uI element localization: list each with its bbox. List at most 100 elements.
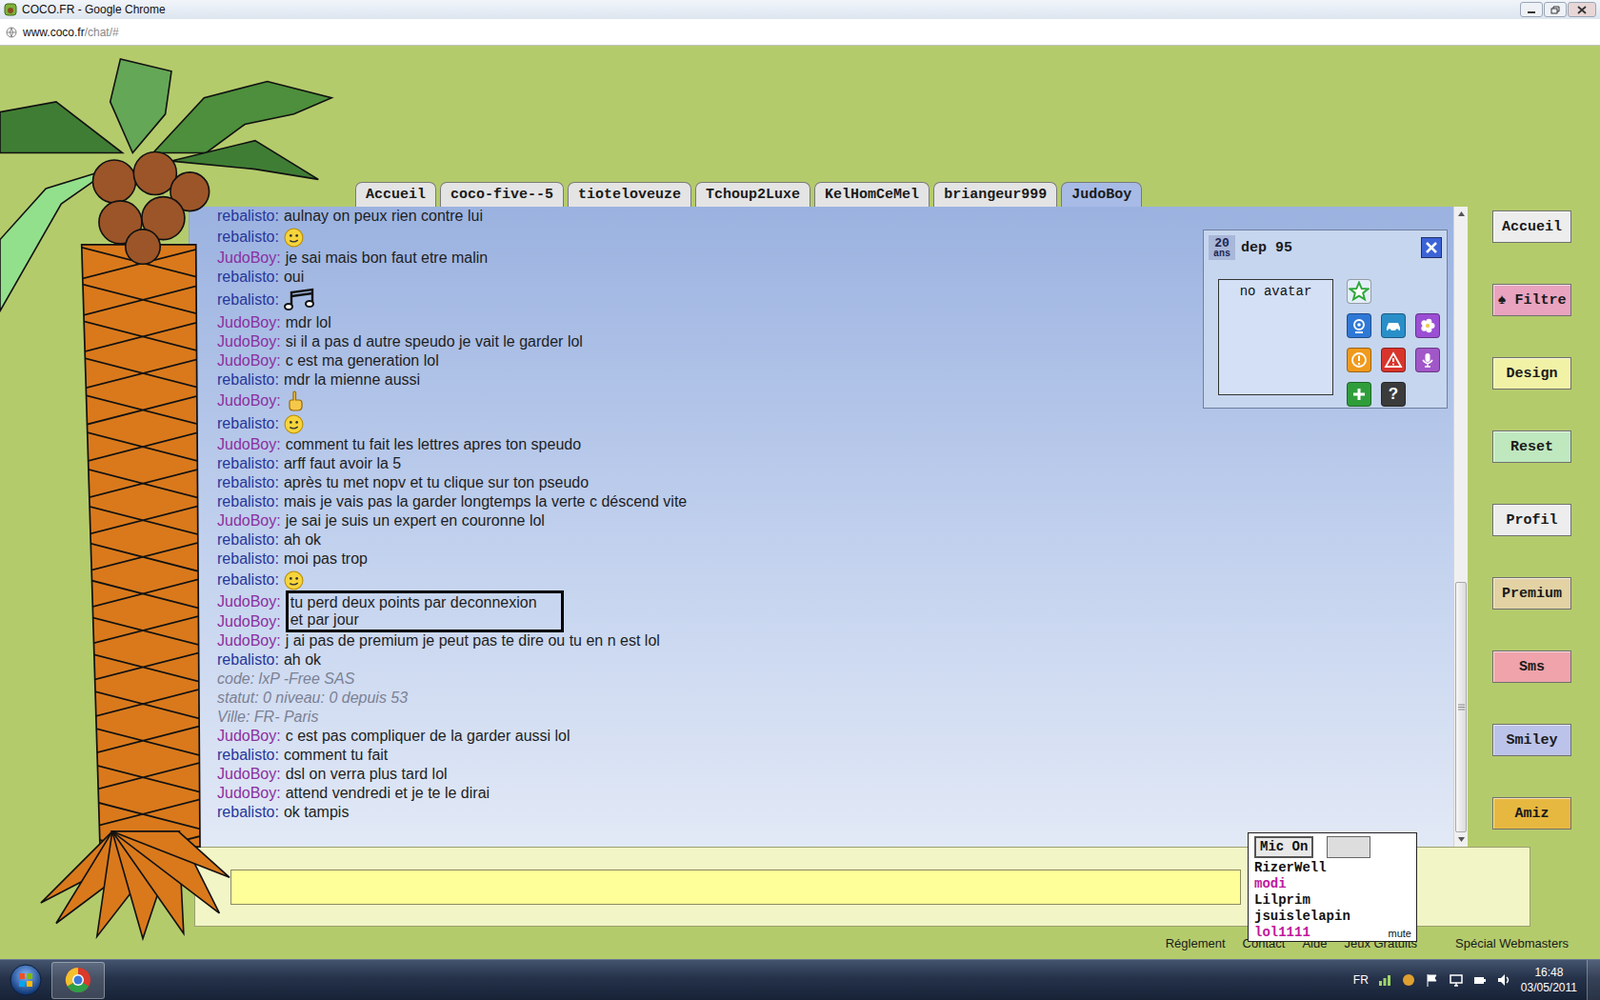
message-author[interactable]: rebalisto:	[217, 227, 280, 247]
message-author[interactable]: rebalisto:	[217, 492, 280, 512]
message-input[interactable]	[230, 869, 1241, 905]
scroll-up-button[interactable]	[1454, 206, 1468, 221]
message-author[interactable]: rebalisto:	[217, 454, 280, 474]
sidebar-button[interactable]: Profil	[1492, 503, 1572, 537]
message-row: rebalisto:arff faut avoir la 5	[217, 454, 1454, 474]
flag-tray-icon[interactable]	[1424, 972, 1440, 988]
scroll-track[interactable]	[1454, 220, 1468, 833]
message-row: JudoBoy:je sai je suis un expert en cour…	[217, 511, 1454, 531]
message-author[interactable]: rebalisto:	[217, 570, 280, 590]
sidebar-button[interactable]: ♠ Filtre	[1492, 283, 1572, 317]
message-author[interactable]: JudoBoy:	[217, 435, 281, 455]
help-button[interactable]: ?	[1380, 381, 1406, 407]
chat-tab[interactable]: KelHomCeMel	[814, 181, 930, 207]
message-author[interactable]: rebalisto:	[217, 414, 280, 434]
user-list-item[interactable]: RizerWell	[1254, 860, 1411, 877]
info-button[interactable]	[1346, 347, 1372, 373]
start-button[interactable]	[0, 962, 52, 998]
microphone-button[interactable]	[1415, 347, 1440, 373]
close-window-button[interactable]	[1567, 1, 1597, 18]
message-author[interactable]: JudoBoy:	[217, 511, 281, 531]
page-content: Accueilcoco-five--5tioteloveuzeTchoup2Lu…	[0, 45, 1600, 960]
warning-button[interactable]	[1380, 347, 1406, 373]
message-author[interactable]: JudoBoy:	[217, 351, 281, 371]
message-author[interactable]: JudoBoy:	[217, 764, 281, 784]
message-text: ah ok	[283, 650, 321, 670]
message-text: arff faut avoir la 5	[283, 454, 401, 474]
mute-button[interactable]: mute	[1386, 927, 1414, 940]
sidebar-button[interactable]: Sms	[1492, 650, 1572, 683]
mic-button[interactable]: Mic On	[1254, 836, 1314, 859]
chat-tab[interactable]: coco-five--5	[440, 181, 564, 207]
coco-favicon-icon	[3, 2, 18, 17]
footer-link[interactable]: Réglement	[1165, 936, 1226, 951]
message-author[interactable]: JudoBoy:	[217, 631, 281, 651]
address-bar[interactable]: www.coco.fr/chat/#	[0, 19, 1600, 46]
chat-tab[interactable]: Accueil	[355, 181, 437, 207]
message-author[interactable]: rebalisto:	[217, 370, 280, 390]
message-author[interactable]: JudoBoy:	[217, 332, 281, 352]
message-author[interactable]: JudoBoy:	[217, 592, 281, 612]
minimize-button[interactable]	[1520, 1, 1543, 18]
network-tray-icon[interactable]	[1377, 972, 1393, 988]
scroll-down-button[interactable]	[1454, 832, 1468, 847]
app-tray-icon[interactable]	[1400, 972, 1417, 988]
monitor-tray-icon[interactable]	[1448, 972, 1464, 988]
chat-scrollbar[interactable]	[1453, 206, 1468, 847]
message-author[interactable]: JudoBoy:	[217, 391, 281, 411]
favorite-button[interactable]	[1346, 279, 1372, 304]
power-tray-icon[interactable]	[1472, 972, 1488, 988]
message-author[interactable]: rebalisto:	[217, 745, 280, 765]
message-author[interactable]: JudoBoy:	[217, 726, 281, 746]
window-title: COCO.FR - Google Chrome	[21, 2, 1516, 17]
message-author[interactable]: rebalisto:	[217, 206, 280, 226]
message-author[interactable]: JudoBoy:	[217, 313, 281, 333]
message-author[interactable]: rebalisto:	[217, 802, 280, 822]
message-author[interactable]: JudoBoy:	[217, 612, 281, 632]
sidebar-button[interactable]: Smiley	[1492, 723, 1572, 757]
user-list-item[interactable]: jsuislelapin	[1254, 908, 1411, 925]
chat-tab[interactable]: tioteloveuze	[567, 181, 692, 207]
car-button[interactable]	[1380, 313, 1406, 339]
message-author[interactable]: rebalisto:	[217, 650, 280, 670]
user-filter-box[interactable]	[1326, 836, 1371, 859]
sidebar-button[interactable]: Amiz	[1492, 797, 1572, 830]
sidebar-button[interactable]: Premium	[1492, 577, 1572, 610]
message-text: attend vendredi et je te le dirai	[285, 783, 490, 803]
scroll-thumb[interactable]	[1455, 581, 1467, 833]
volume-tray-icon[interactable]	[1496, 972, 1512, 988]
sidebar-button[interactable]: Design	[1492, 357, 1572, 390]
sidebar-button[interactable]: Accueil	[1492, 210, 1572, 243]
message-row: rebalisto:ok tampis	[217, 802, 1454, 822]
footer-link[interactable]: Spécial Webmasters	[1455, 936, 1569, 951]
message-author[interactable]: rebalisto:	[217, 473, 280, 493]
close-icon	[1424, 240, 1439, 255]
chat-tab[interactable]: Tchoup2Luxe	[695, 181, 811, 207]
message-row: rebalisto:	[217, 412, 1454, 436]
language-indicator[interactable]: FR	[1353, 973, 1369, 987]
chrome-task-button[interactable]	[51, 961, 105, 1000]
close-icon	[1577, 5, 1587, 15]
chat-tab[interactable]: JudoBoy	[1060, 181, 1142, 207]
restore-button[interactable]	[1543, 1, 1567, 18]
sidebar-button[interactable]: Reset	[1492, 430, 1572, 463]
message-row: JudoBoy:dsl on verra plus tard lol	[217, 764, 1454, 784]
message-author[interactable]: JudoBoy:	[217, 783, 281, 803]
message-author[interactable]: rebalisto:	[217, 267, 280, 287]
chat-tab[interactable]: briangeur999	[933, 181, 1058, 207]
add-friend-button[interactable]	[1346, 381, 1372, 407]
message-author[interactable]: JudoBoy:	[217, 248, 281, 268]
message-author[interactable]: rebalisto:	[217, 549, 280, 569]
webcam-button[interactable]	[1346, 313, 1372, 339]
flower-button[interactable]	[1415, 313, 1440, 339]
message-row: JudoBoy:et par jour	[217, 611, 1454, 632]
message-author[interactable]: rebalisto:	[217, 290, 280, 310]
show-desktop-button[interactable]	[1586, 960, 1600, 1000]
close-popup-button[interactable]	[1420, 237, 1442, 259]
clock[interactable]: 16:4803/05/2011	[1511, 964, 1587, 996]
message-author[interactable]: rebalisto:	[217, 530, 280, 550]
user-list-item[interactable]: modi	[1254, 876, 1411, 893]
message-text: dsl on verra plus tard lol	[285, 764, 448, 784]
user-list-item[interactable]: Lilprim	[1254, 892, 1411, 909]
add-friend-icon	[1349, 384, 1369, 404]
